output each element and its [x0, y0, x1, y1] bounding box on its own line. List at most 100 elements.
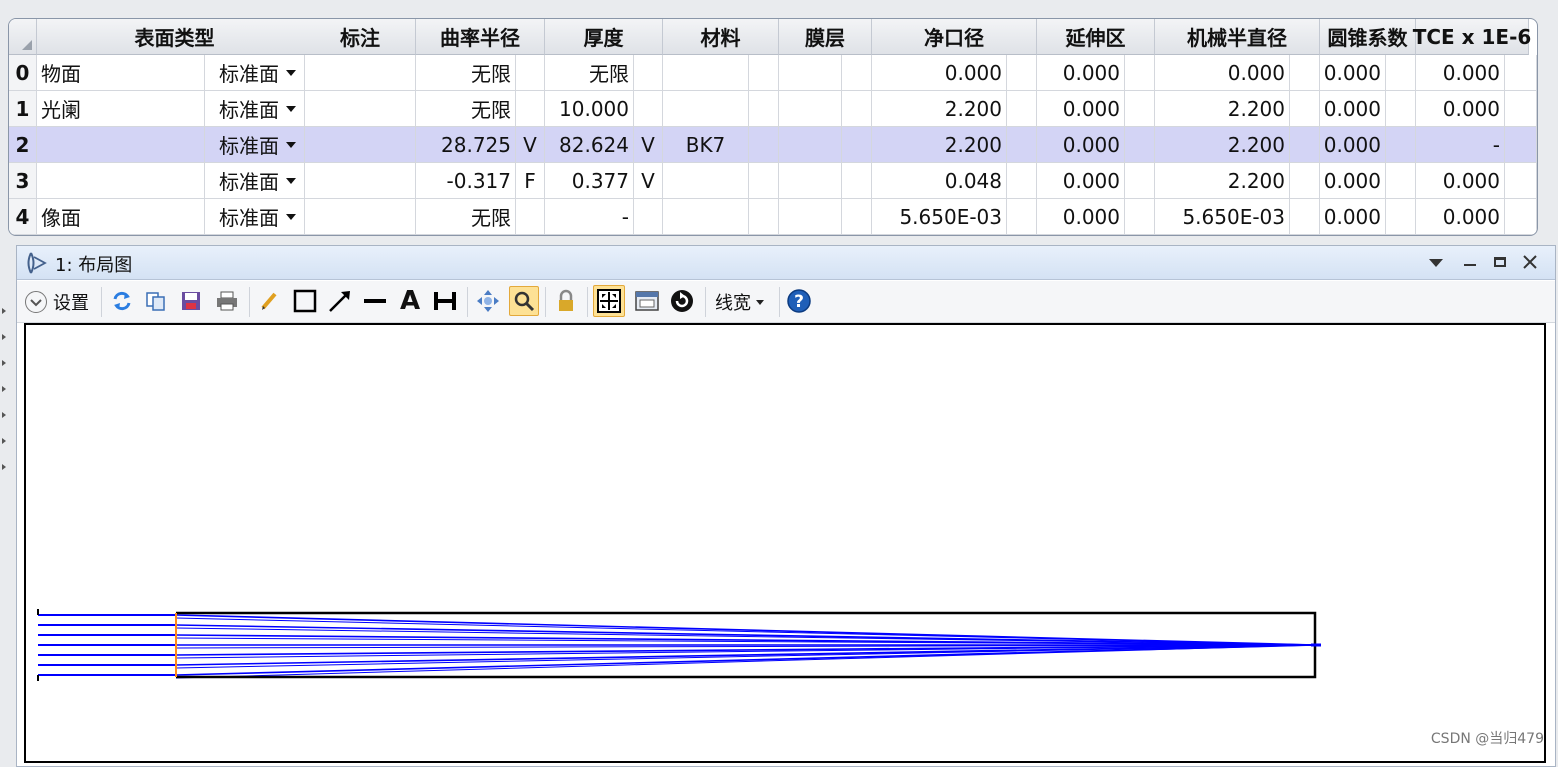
cell-solve[interactable]	[749, 163, 779, 199]
cell-chip[interactable]: 0.000	[1037, 91, 1125, 127]
lock-icon[interactable]	[553, 288, 579, 314]
cell-solve[interactable]	[1505, 163, 1537, 199]
line-icon[interactable]	[362, 288, 388, 314]
cell-conic[interactable]: 0.000	[1320, 55, 1386, 91]
cell-solve[interactable]	[749, 127, 779, 163]
settings-button[interactable]: 设置	[25, 288, 89, 316]
cell-radius-solve[interactable]: V	[516, 127, 545, 163]
cell-solve[interactable]	[749, 199, 779, 235]
cell-tce[interactable]: 0.000	[1416, 163, 1505, 199]
cell-chip[interactable]: 0.000	[1037, 55, 1125, 91]
cell-solve[interactable]	[1505, 127, 1537, 163]
cell-solve[interactable]	[1290, 127, 1320, 163]
copy-icon[interactable]	[143, 288, 169, 314]
cell-solve[interactable]	[1125, 199, 1155, 235]
cell-thickness-solve[interactable]: V	[634, 163, 663, 199]
column-header[interactable]: 延伸区	[1037, 19, 1155, 55]
surface-row[interactable]: 1 光阑 标准面 无限 10.000 2.200 0.000 2.200 0.000 0.000	[9, 91, 1537, 127]
column-header[interactable]: 机械半直径	[1155, 19, 1320, 55]
cell-solve[interactable]	[1125, 55, 1155, 91]
pencil-icon[interactable]	[257, 288, 283, 314]
cell-thickness-solve[interactable]	[634, 199, 663, 235]
dropdown-arrow-icon[interactable]	[286, 177, 296, 184]
cell-solve[interactable]	[1125, 163, 1155, 199]
cell-solve[interactable]	[1290, 55, 1320, 91]
cell-solve[interactable]	[305, 163, 416, 199]
cell-thickness-solve[interactable]	[634, 55, 663, 91]
cell-thickness[interactable]: -	[545, 199, 634, 235]
cell-mech[interactable]: 2.200	[1155, 163, 1290, 199]
cell-solve[interactable]	[1007, 163, 1037, 199]
dropdown-arrow-icon[interactable]	[286, 213, 296, 220]
column-header[interactable]: 材料	[663, 19, 779, 55]
help-icon[interactable]: ?	[786, 288, 812, 314]
cell-coating[interactable]	[779, 55, 842, 91]
cell-radius[interactable]: 无限	[416, 55, 516, 91]
cell-solve[interactable]	[1007, 199, 1037, 235]
cell-thickness[interactable]: 82.624	[545, 127, 634, 163]
left-splitter[interactable]	[0, 300, 12, 500]
cell-thickness[interactable]: 无限	[545, 55, 634, 91]
cell-radius[interactable]: -0.317	[416, 163, 516, 199]
cell-solve[interactable]	[842, 55, 872, 91]
cell-material[interactable]	[663, 163, 749, 199]
cell-solve[interactable]	[749, 55, 779, 91]
cell-solve[interactable]	[1290, 199, 1320, 235]
cell-radius-solve[interactable]	[516, 55, 545, 91]
table-corner[interactable]	[9, 19, 37, 55]
cell-solve[interactable]	[305, 55, 416, 91]
minimize-icon[interactable]	[1464, 264, 1476, 266]
cell-thickness[interactable]: 0.377	[545, 163, 634, 199]
cell-conic[interactable]: 0.000	[1320, 91, 1386, 127]
surface-row[interactable]: 0 物面 标准面 无限 无限 0.000 0.000 0.000 0.000 0.000	[9, 55, 1537, 91]
cell-tce[interactable]: -	[1416, 127, 1505, 163]
cell-clear-semi[interactable]: 0.000	[872, 55, 1007, 91]
column-header[interactable]: 标注	[305, 19, 416, 55]
zoom-icon[interactable]	[509, 286, 539, 316]
cell-radius[interactable]: 28.725	[416, 127, 516, 163]
cell-coating[interactable]	[779, 199, 842, 235]
cell-solve[interactable]	[1386, 127, 1416, 163]
cell-solve[interactable]	[749, 91, 779, 127]
surface-row[interactable]: 2 标准面 28.725 V 82.624 V BK7 2.200 0.000 2.200 0.00…	[9, 127, 1537, 163]
cell-num[interactable]: 3	[9, 163, 37, 199]
cell-material[interactable]	[663, 91, 749, 127]
cell-material[interactable]	[663, 55, 749, 91]
cell-solve[interactable]	[1505, 55, 1537, 91]
save-icon[interactable]	[178, 288, 204, 314]
rectangle-icon[interactable]	[292, 288, 318, 314]
surface-row[interactable]: 3 标准面 -0.317 F 0.377 V 0.048 0.000 2.200 0.000 0.0…	[9, 163, 1537, 199]
cell-radius[interactable]: 无限	[416, 91, 516, 127]
cell-comment[interactable]: 像面	[37, 199, 205, 235]
cell-thickness-solve[interactable]: V	[634, 127, 663, 163]
text-icon[interactable]: A	[397, 286, 423, 316]
dropdown-icon[interactable]	[1429, 259, 1443, 267]
cell-comment[interactable]	[37, 163, 205, 199]
cell-conic[interactable]: 0.000	[1320, 127, 1386, 163]
cell-thickness[interactable]: 10.000	[545, 91, 634, 127]
cell-type[interactable]: 标准面	[205, 127, 305, 163]
column-header[interactable]: 厚度	[545, 19, 663, 55]
fit-icon[interactable]	[593, 285, 625, 317]
cell-solve[interactable]	[1007, 55, 1037, 91]
cell-type[interactable]: 标准面	[205, 55, 305, 91]
cell-conic[interactable]: 0.000	[1320, 163, 1386, 199]
cell-chip[interactable]: 0.000	[1037, 127, 1125, 163]
cell-solve[interactable]	[1386, 91, 1416, 127]
cell-solve[interactable]	[305, 91, 416, 127]
cell-mech[interactable]: 2.200	[1155, 127, 1290, 163]
dimension-icon[interactable]	[432, 288, 458, 314]
cell-solve[interactable]	[305, 199, 416, 235]
layout-canvas[interactable]	[24, 323, 1546, 763]
cell-coating[interactable]	[779, 163, 842, 199]
refresh-icon[interactable]	[109, 288, 135, 314]
column-header[interactable]: 表面类型	[37, 19, 313, 55]
column-header[interactable]: 曲率半径	[416, 19, 545, 55]
window-icon[interactable]	[634, 288, 660, 314]
cell-tce[interactable]: 0.000	[1416, 91, 1505, 127]
cell-radius-solve[interactable]	[516, 91, 545, 127]
print-icon[interactable]	[214, 288, 240, 314]
cell-material[interactable]: BK7	[663, 127, 749, 163]
pan-icon[interactable]	[475, 288, 501, 314]
cell-clear-semi[interactable]: 2.200	[872, 91, 1007, 127]
